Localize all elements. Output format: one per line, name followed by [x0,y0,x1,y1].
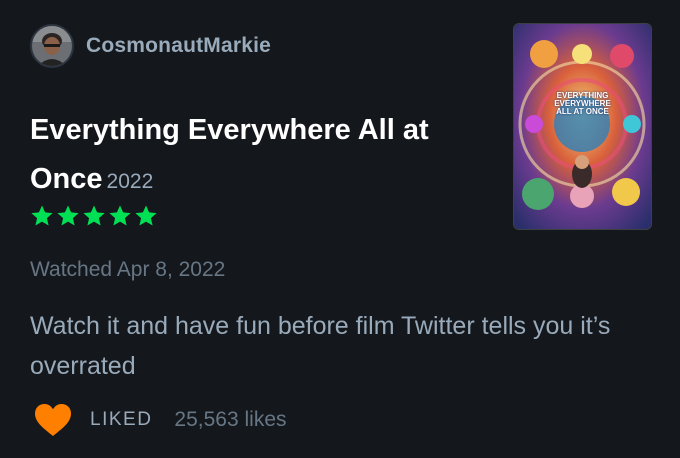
film-year[interactable]: 2022 [107,170,154,193]
review-card: CosmonautMarkie Everything Everywhere Al… [0,0,680,458]
film-heading: Everything Everywhere All at Once 2022 [30,108,500,206]
poster-title-line: ALL AT ONCE [556,107,609,116]
star-icon [135,205,157,226]
star-rating [30,204,158,228]
review-footer: LIKED 25,563 likes [34,403,287,437]
star-icon [31,205,53,226]
poster-image [514,24,651,229]
heart-icon[interactable] [34,403,72,437]
star-icon [83,205,105,226]
liked-label[interactable]: LIKED [90,409,152,431]
watched-date[interactable]: Watched Apr 8, 2022 [30,258,225,282]
avatar-image [32,26,72,66]
film-title[interactable]: Everything Everywhere All at Once [30,114,429,195]
likes-count[interactable]: 25,563 likes [174,408,286,432]
star-icon [57,205,79,226]
poster-title: EVERYTHING EVERYWHERE ALL AT ONCE [514,92,651,116]
star-icon [109,205,131,226]
avatar[interactable] [30,24,74,68]
review-text: Watch it and have fun before film Twitte… [30,312,611,380]
film-poster[interactable]: EVERYTHING EVERYWHERE ALL AT ONCE [514,24,651,229]
review-author[interactable]: CosmonautMarkie [30,24,271,68]
author-name[interactable]: CosmonautMarkie [86,34,271,58]
